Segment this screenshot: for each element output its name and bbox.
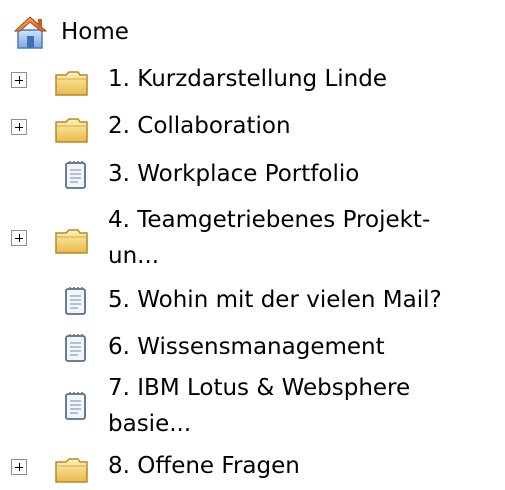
tree-item-folder[interactable]: 1. Kurzdarstellung Linde [0, 61, 505, 97]
tree-item-folder[interactable]: 2. Collaboration [0, 108, 505, 144]
plus-expand-icon[interactable] [11, 119, 27, 135]
tree-item-label: 5. Wohin mit der vielen Mail? [108, 287, 442, 313]
tree-item-home[interactable]: Home [0, 14, 505, 50]
tree-item-document[interactable]: 5. Wohin mit der vielen Mail? [0, 282, 505, 318]
tree-item-label-line1: 7. IBM Lotus & Websphere [108, 375, 411, 401]
tree-item-label: Home [61, 19, 129, 45]
folder-icon [54, 227, 90, 261]
tree-item-label: 6. Wissensmanagement [108, 334, 385, 360]
tree-item-label: 1. Kurzdarstellung Linde [108, 66, 387, 92]
tree-item-label: 2. Collaboration [108, 113, 291, 139]
plus-expand-icon[interactable] [11, 230, 27, 246]
document-icon [64, 286, 88, 322]
plus-expand-icon[interactable] [11, 72, 27, 88]
tree-item-label-line1: 4. Teamgetriebenes Projekt- [108, 207, 431, 233]
tree-item-label: 8. Offene Fragen [108, 453, 300, 479]
tree-item-document[interactable]: 7. IBM Lotus & Websphere basie... [0, 370, 505, 442]
plus-expand-icon[interactable] [11, 459, 27, 475]
tree-item-document[interactable]: 3. Workplace Portfolio [0, 156, 505, 192]
tree-item-folder[interactable]: 8. Offene Fragen [0, 448, 505, 484]
tree-item-document[interactable]: 6. Wissensmanagement [0, 329, 505, 365]
tree-item-folder[interactable]: 4. Teamgetriebenes Projekt- un... [0, 202, 505, 274]
navigation-tree: Home 1. Kurzdarstellung Linde 2. Collabo… [0, 0, 505, 485]
home-icon [11, 14, 53, 56]
document-icon [64, 391, 88, 427]
folder-icon [54, 116, 90, 150]
document-icon [64, 333, 88, 369]
document-icon [64, 160, 88, 196]
tree-item-label: 3. Workplace Portfolio [108, 161, 360, 187]
tree-item-label-line2: un... [108, 243, 160, 269]
tree-item-label-line2: basie... [108, 411, 192, 437]
folder-icon [54, 69, 90, 103]
